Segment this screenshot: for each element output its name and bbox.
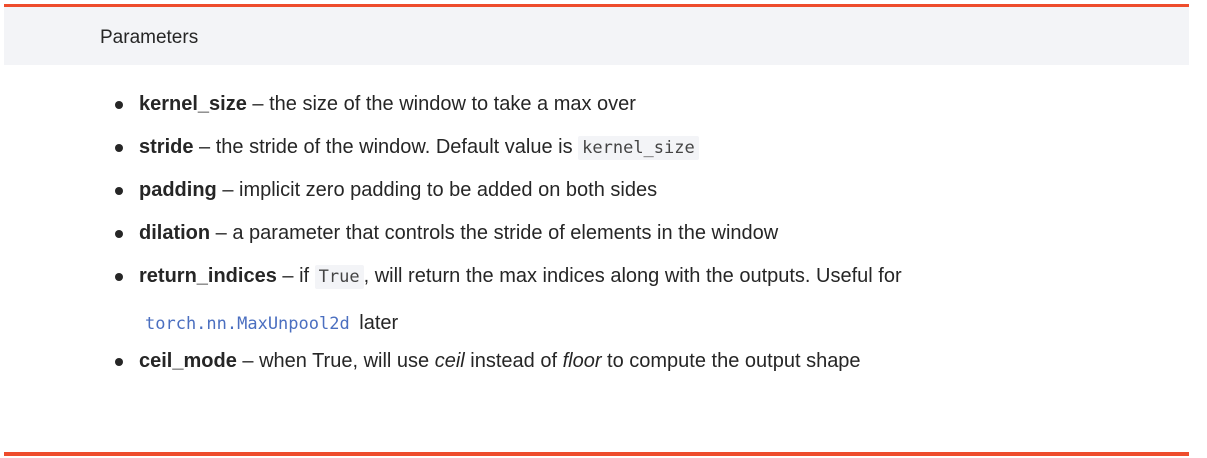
bullet-icon xyxy=(115,101,123,109)
bottom-accent-rule xyxy=(4,452,1189,456)
param-separator: – xyxy=(236,350,260,372)
emphasis-floor: floor xyxy=(562,350,602,372)
param-description: the size of the window to take a max ove… xyxy=(269,93,636,115)
bullet-icon xyxy=(115,187,123,195)
param-description-rest: to compute the output shape xyxy=(601,350,861,372)
parameters-header: Parameters xyxy=(4,7,1189,65)
param-description: the stride of the window. Default value … xyxy=(215,136,579,158)
bullet-icon xyxy=(115,273,123,281)
param-ceil-mode: ceil_mode – when True, will use ceil ins… xyxy=(115,343,1175,379)
bullet-icon xyxy=(115,230,123,238)
parameter-list: kernel_size – the size of the window to … xyxy=(115,86,1175,386)
param-description-end: later xyxy=(353,312,399,334)
param-return-indices: return_indices – if True, will return th… xyxy=(115,258,1175,340)
param-kernel-size: kernel_size – the size of the window to … xyxy=(115,86,1175,122)
param-name: dilation xyxy=(139,222,211,244)
param-description: implicit zero padding to be added on bot… xyxy=(239,179,658,201)
param-separator: – xyxy=(276,265,300,287)
param-name: return_indices xyxy=(139,265,277,287)
param-name: padding xyxy=(139,179,217,201)
param-description: a parameter that controls the stride of … xyxy=(232,222,779,244)
param-description-start: if xyxy=(299,265,315,287)
param-separator: – xyxy=(246,93,270,115)
bullet-icon xyxy=(115,358,123,366)
param-stride: stride – the stride of the window. Defau… xyxy=(115,129,1175,165)
param-description-start: when True, will use xyxy=(259,350,435,372)
maxunpool2d-link[interactable]: torch.nn.MaxUnpool2d xyxy=(141,312,354,336)
emphasis-ceil: ceil xyxy=(434,350,465,372)
param-separator: – xyxy=(216,179,240,201)
param-separator: – xyxy=(193,136,216,158)
param-name: ceil_mode xyxy=(139,350,237,372)
param-description-mid: instead of xyxy=(464,350,563,372)
bullet-icon xyxy=(115,144,123,152)
param-padding: padding – implicit zero padding to be ad… xyxy=(115,172,1175,208)
param-dilation: dilation – a parameter that controls the… xyxy=(115,215,1175,251)
param-name: stride xyxy=(139,136,194,158)
param-continuation: torch.nn.MaxUnpool2d later xyxy=(141,305,1175,342)
inline-code: True xyxy=(314,265,364,289)
inline-code: kernel_size xyxy=(578,136,699,160)
parameters-title: Parameters xyxy=(100,27,199,48)
param-separator: – xyxy=(210,222,233,244)
param-name: kernel_size xyxy=(139,93,247,115)
param-description-rest: , will return the max indices along with… xyxy=(363,265,902,287)
